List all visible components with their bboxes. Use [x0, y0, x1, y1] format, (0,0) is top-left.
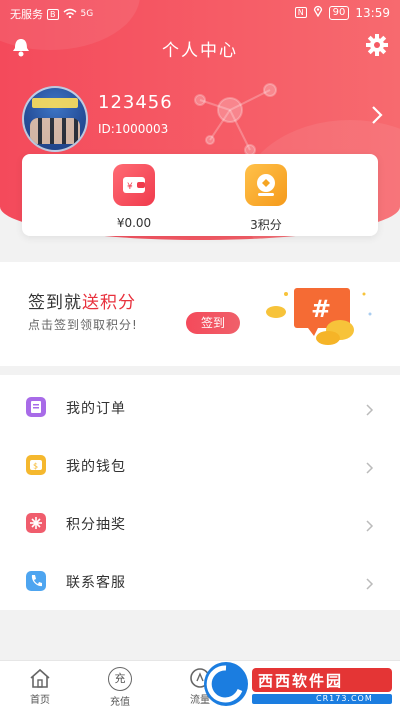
watermark-brand: 西西软件园	[258, 672, 344, 690]
promo-title: 签到就送积分	[28, 293, 136, 313]
menu-item-wallet[interactable]: $ 我的钱包	[0, 435, 400, 493]
points-item[interactable]: 3积分	[226, 164, 306, 233]
svg-text:¥: ¥	[127, 182, 133, 192]
avatar[interactable]	[22, 86, 88, 152]
balance-item[interactable]: ¥ ¥0.00	[94, 164, 174, 230]
svg-text:$: $	[33, 462, 38, 471]
points-value: 3积分	[250, 218, 282, 232]
promo-subtitle: 点击签到领取积分!	[28, 318, 138, 332]
tab-home[interactable]: 首页	[10, 667, 70, 706]
carrier-text: 无服务	[10, 8, 43, 21]
battery-indicator: 90	[328, 5, 350, 20]
phone-icon	[26, 571, 46, 591]
recharge-icon: 充	[108, 667, 132, 691]
wifi-icon	[63, 8, 77, 21]
chevron-right-icon	[366, 459, 374, 474]
tab-recharge[interactable]: 充 充值	[90, 667, 150, 708]
menu-item-label: 我的订单	[66, 401, 126, 417]
signin-promo: 签到就送积分 点击签到领取积分! 签到 #	[0, 262, 400, 366]
chevron-right-icon[interactable]	[370, 104, 384, 126]
watermark-logo: 西西软件园 CR173.COM	[196, 660, 400, 708]
watermark-url: CR173.COM	[316, 694, 373, 703]
signin-button[interactable]: 签到	[186, 312, 240, 334]
points-icon	[245, 164, 287, 206]
menu-item-label: 我的钱包	[66, 459, 126, 475]
network-decoration	[194, 83, 277, 156]
menu-item-label: 联系客服	[66, 575, 126, 591]
chevron-right-icon	[366, 575, 374, 590]
home-icon	[28, 667, 52, 689]
nfc-icon: N	[294, 7, 307, 18]
avatar-image	[32, 98, 78, 108]
gear-icon[interactable]	[366, 34, 388, 56]
sim-icon: B	[47, 8, 59, 20]
coins-illustration: #	[264, 284, 376, 346]
menu-item-lottery[interactable]: 积分抽奖	[0, 493, 400, 551]
chevron-right-icon	[366, 401, 374, 416]
status-time: 13:59	[355, 5, 390, 20]
menu-item-label: 积分抽奖	[66, 517, 126, 533]
chevron-right-icon	[366, 517, 374, 532]
svg-text:#: #	[311, 295, 331, 323]
menu-list: 我的订单 $ 我的钱包 积分抽奖 联系客服	[0, 375, 400, 610]
menu-item-support[interactable]: 联系客服	[0, 551, 400, 609]
order-icon	[26, 397, 46, 417]
user-id: ID:1000003	[98, 122, 169, 136]
wallet-icon: ¥	[113, 164, 155, 206]
location-icon	[313, 5, 323, 20]
status-bar: 无服务 B 5G N 90 13:59	[0, 0, 400, 26]
wallet-icon: $	[26, 455, 46, 475]
network-type: 5G	[80, 9, 94, 19]
menu-item-orders[interactable]: 我的订单	[0, 377, 400, 435]
wallet-card: ¥ ¥0.00 3积分	[22, 154, 378, 236]
page-title: 个人中心	[162, 41, 238, 61]
lottery-icon	[26, 513, 46, 533]
username: 123456	[98, 92, 173, 113]
balance-value: ¥0.00	[116, 216, 152, 230]
